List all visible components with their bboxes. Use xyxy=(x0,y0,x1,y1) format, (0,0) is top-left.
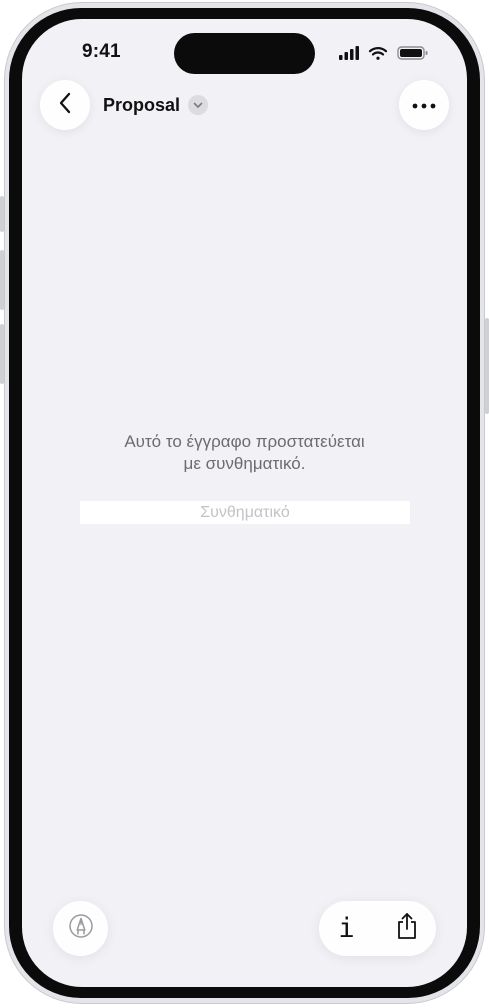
chevron-down-icon xyxy=(188,95,209,115)
document-actions-toolbar: i xyxy=(319,901,436,956)
dynamic-island xyxy=(174,33,315,74)
battery-icon xyxy=(397,46,428,60)
document-title-menu[interactable]: Proposal xyxy=(103,93,209,117)
password-field[interactable] xyxy=(80,501,410,524)
status-icons xyxy=(339,45,431,61)
markup-button[interactable] xyxy=(53,901,108,956)
ellipsis-icon xyxy=(412,96,436,114)
message-line-2: με συνθηματικό. xyxy=(183,454,306,473)
status-time: 9:41 xyxy=(82,41,121,62)
info-button[interactable]: i xyxy=(319,901,374,956)
message-line-1: Αυτό το έγγραφο προστατεύεται xyxy=(124,432,365,451)
more-button[interactable] xyxy=(399,80,449,130)
cellular-signal-icon xyxy=(339,46,359,60)
wifi-icon xyxy=(368,47,388,60)
password-protected-message: Αυτό το έγγραφο προστατεύεται με συνθημα… xyxy=(62,431,427,475)
document-title: Proposal xyxy=(103,94,181,115)
share-button[interactable] xyxy=(379,901,434,956)
share-icon xyxy=(395,912,419,945)
back-button[interactable] xyxy=(40,80,90,130)
markup-pen-icon xyxy=(68,913,94,944)
chevron-left-icon xyxy=(58,92,72,119)
screen: 9:41 Proposal Αυτό το έγγραφο προστατεύε… xyxy=(22,19,467,987)
info-icon: i xyxy=(338,913,355,944)
power-button xyxy=(485,318,489,414)
